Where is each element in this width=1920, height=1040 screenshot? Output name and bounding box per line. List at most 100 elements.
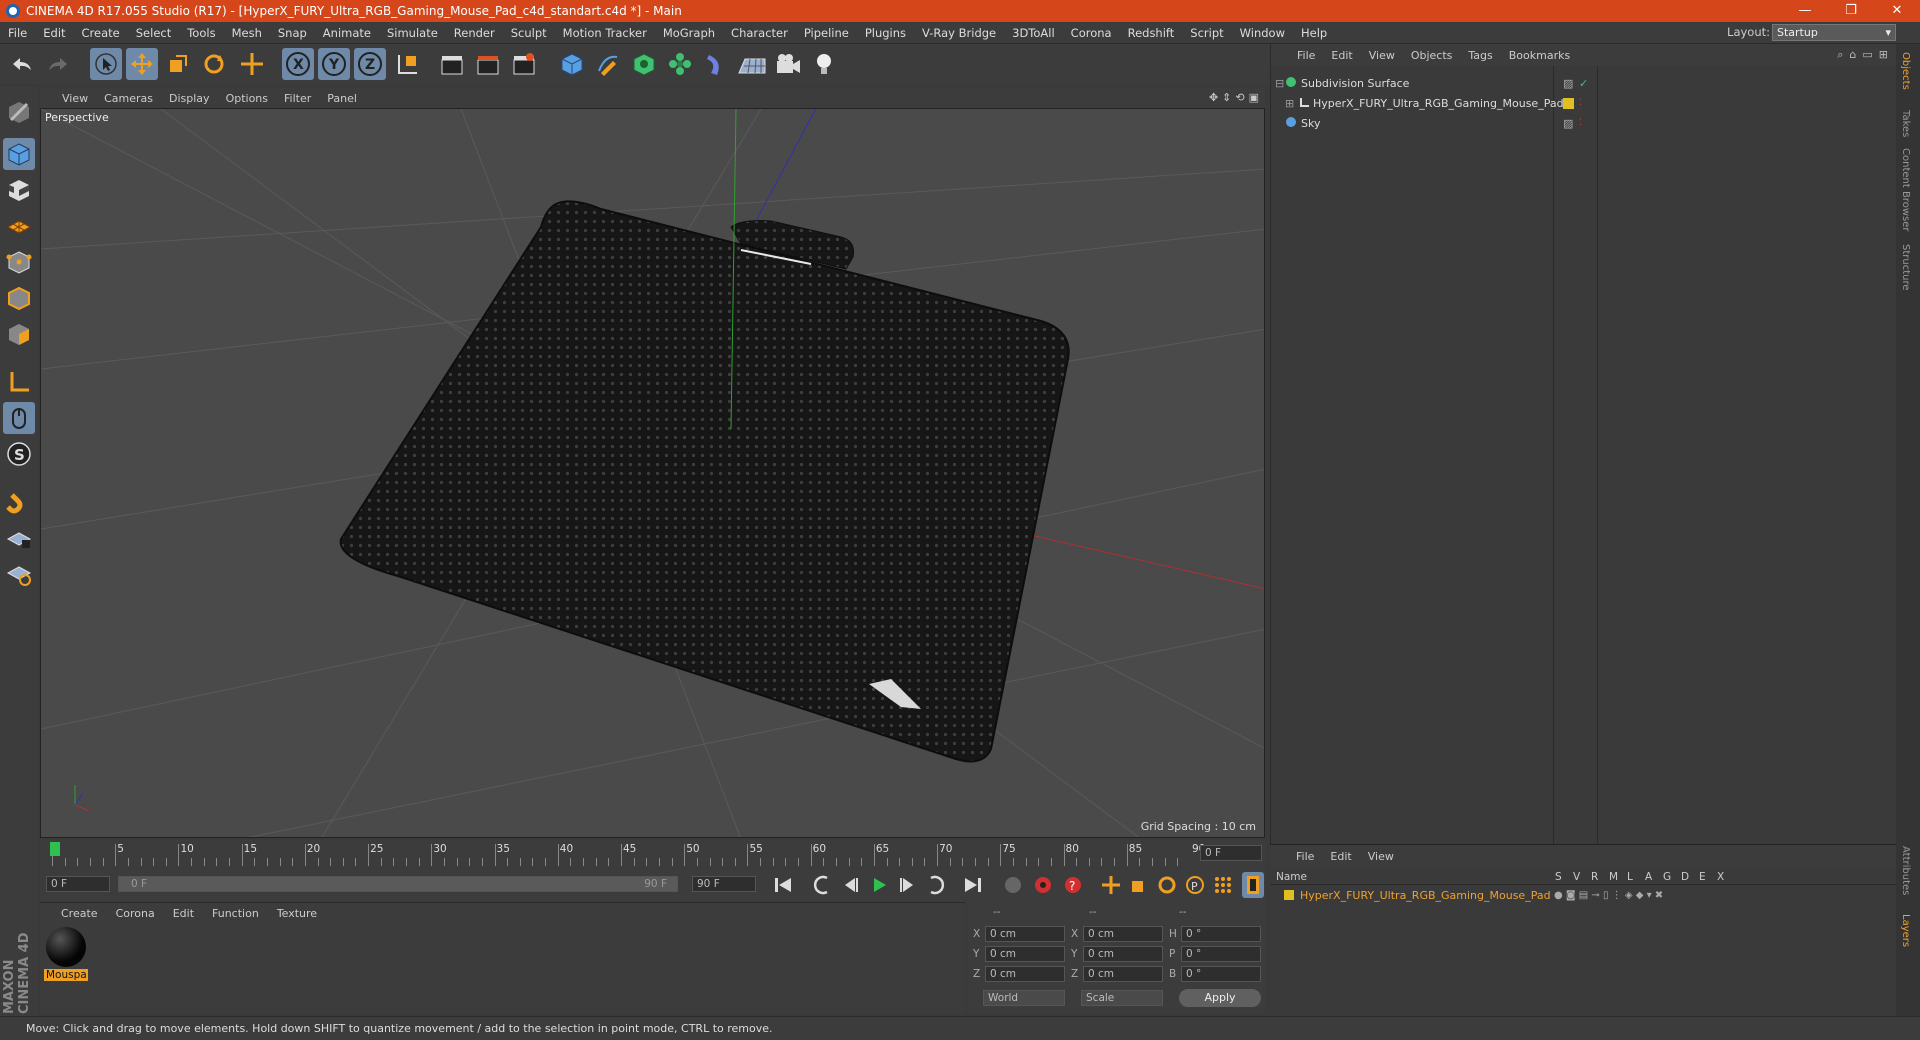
menu-plugins[interactable]: Plugins <box>857 26 914 40</box>
magnet-button[interactable] <box>3 486 35 518</box>
coord-pos-y-field[interactable]: 0 cm <box>985 946 1065 962</box>
add-cube-button[interactable] <box>556 48 588 80</box>
menu-3dtoall[interactable]: 3DToAll <box>1004 26 1063 40</box>
add-light-button[interactable] <box>808 48 840 80</box>
render-view-button[interactable] <box>436 48 468 80</box>
menu-tools[interactable]: Tools <box>179 26 223 40</box>
object-menu-view[interactable]: View <box>1361 49 1403 62</box>
start-frame-field[interactable]: 0 F <box>46 876 110 892</box>
minimize-button[interactable]: — <box>1782 0 1828 22</box>
tab-takes[interactable]: Takes <box>1900 110 1911 137</box>
workplane-lock-button[interactable] <box>3 522 35 554</box>
layer-color-swatch[interactable] <box>1563 97 1574 109</box>
key-pla-button[interactable] <box>1210 872 1236 898</box>
tree-collapse-icon[interactable]: ⊟ <box>1275 77 1285 90</box>
visibility-dots-icon[interactable]: ⁚ <box>1579 98 1582 108</box>
menu-pipeline[interactable]: Pipeline <box>796 26 857 40</box>
viewport-menu-view[interactable]: View <box>54 92 96 105</box>
object-menu-bookmarks[interactable]: Bookmarks <box>1501 49 1578 62</box>
menu-corona[interactable]: Corona <box>1063 26 1120 40</box>
motion-record-button[interactable] <box>1000 872 1026 898</box>
key-position-button[interactable] <box>1098 872 1124 898</box>
add-subdivision-button[interactable] <box>628 48 660 80</box>
key-scale-button[interactable] <box>1126 872 1152 898</box>
mouse-pad-model[interactable] <box>339 200 1070 763</box>
menu-character[interactable]: Character <box>723 26 796 40</box>
menu-simulate[interactable]: Simulate <box>379 26 446 40</box>
object-row-subdivision-surface[interactable]: ⊟ Subdivision Surface ▨ ✓ <box>1275 74 1823 92</box>
apply-button[interactable]: Apply <box>1179 989 1261 1007</box>
timeline-window-button[interactable] <box>1242 872 1264 898</box>
playhead-marker[interactable] <box>50 842 60 856</box>
coord-world-dropdown[interactable]: World <box>983 990 1065 1006</box>
tab-content-browser[interactable]: Content Browser <box>1900 148 1911 231</box>
toggle-view-icon[interactable]: ▣ <box>1249 91 1259 104</box>
menu-create[interactable]: Create <box>74 26 128 40</box>
coord-size-z-field[interactable]: 0 cm <box>1083 966 1163 982</box>
enabled-check-icon[interactable]: ✓ <box>1579 77 1588 90</box>
object-menu-objects[interactable]: Objects <box>1403 49 1461 62</box>
record-button[interactable] <box>1030 872 1056 898</box>
menu-animate[interactable]: Animate <box>315 26 379 40</box>
perspective-viewport[interactable]: Perspective Grid Spacing : 10 cm <box>40 108 1265 838</box>
current-frame-field[interactable]: 0 F <box>1200 845 1262 861</box>
visibility-toggle-icon[interactable]: ▨ <box>1563 117 1573 130</box>
add-array-button[interactable] <box>664 48 696 80</box>
object-menu-edit[interactable]: Edit <box>1323 49 1360 62</box>
coord-scale-dropdown[interactable]: Scale <box>1081 990 1163 1006</box>
menu-render[interactable]: Render <box>446 26 503 40</box>
make-editable-button[interactable] <box>3 96 35 128</box>
coord-rot-h-field[interactable]: 0 ° <box>1181 926 1261 942</box>
frame-range-slider[interactable]: 0 F 90 F <box>118 876 678 892</box>
zoom-icon[interactable]: ⇕ <box>1222 91 1231 104</box>
live-selection-tool[interactable] <box>90 48 122 80</box>
viewport-menu-display[interactable]: Display <box>161 92 218 105</box>
redo-button[interactable] <box>42 48 74 80</box>
layer-menu-file[interactable]: File <box>1288 850 1322 863</box>
material-menu-function[interactable]: Function <box>203 907 268 920</box>
object-menu-tags[interactable]: Tags <box>1460 49 1500 62</box>
key-rotation-button[interactable] <box>1154 872 1180 898</box>
autokey-button[interactable]: ? <box>1060 872 1086 898</box>
coord-rot-b-field[interactable]: 0 ° <box>1181 966 1261 982</box>
menu-select[interactable]: Select <box>128 26 179 40</box>
layout-dropdown[interactable]: Startup ▾ <box>1772 24 1896 41</box>
material-menu-corona[interactable]: Corona <box>107 907 164 920</box>
material-menu-texture[interactable]: Texture <box>268 907 326 920</box>
rotate-tool[interactable] <box>198 48 230 80</box>
menu-vray-bridge[interactable]: V-Ray Bridge <box>914 26 1004 40</box>
add-deformer-button[interactable] <box>700 48 732 80</box>
visibility-dots-icon[interactable]: ⁚ <box>1579 118 1582 128</box>
go-to-end-button[interactable] <box>960 872 986 898</box>
menu-edit[interactable]: Edit <box>35 26 73 40</box>
scale-tool[interactable] <box>162 48 194 80</box>
coord-pos-x-field[interactable]: 0 cm <box>985 926 1065 942</box>
home-icon[interactable]: ⌂ <box>1849 48 1856 62</box>
tab-structure[interactable]: Structure <box>1900 244 1911 291</box>
workplane-mode-button[interactable] <box>3 210 35 242</box>
material-menu-edit[interactable]: Edit <box>164 907 203 920</box>
z-axis-lock[interactable]: Z <box>354 48 386 80</box>
layer-menu-edit[interactable]: Edit <box>1322 850 1359 863</box>
undo-button[interactable] <box>6 48 38 80</box>
restore-button[interactable]: ❐ <box>1828 0 1874 22</box>
tweak-mode-button[interactable] <box>3 402 35 434</box>
menu-script[interactable]: Script <box>1182 26 1231 40</box>
menu-window[interactable]: Window <box>1232 26 1293 40</box>
menu-mograph[interactable]: MoGraph <box>655 26 723 40</box>
layer-row[interactable]: HyperX_FURY_Ultra_RGB_Gaming_Mouse_Pad ●… <box>1270 887 1896 903</box>
material-menu-create[interactable]: Create <box>52 907 107 920</box>
timeline-ruler[interactable]: 051015202530354045505560657075808590 0 F <box>40 840 1265 866</box>
menu-sculpt[interactable]: Sculpt <box>503 26 555 40</box>
key-parameter-button[interactable]: P <box>1182 872 1208 898</box>
add-camera-button[interactable] <box>772 48 804 80</box>
tree-expand-icon[interactable]: ⊞ <box>1285 97 1299 110</box>
layer-menu-view[interactable]: View <box>1360 850 1402 863</box>
tab-attributes[interactable]: Attributes <box>1900 846 1911 895</box>
move-tool[interactable] <box>126 48 158 80</box>
layer-color-swatch[interactable] <box>1284 890 1294 900</box>
tab-objects[interactable]: Objects <box>1900 52 1911 90</box>
object-menu-file[interactable]: File <box>1289 49 1323 62</box>
x-axis-lock[interactable]: X <box>282 48 314 80</box>
viewport-menu-panel[interactable]: Panel <box>319 92 365 105</box>
